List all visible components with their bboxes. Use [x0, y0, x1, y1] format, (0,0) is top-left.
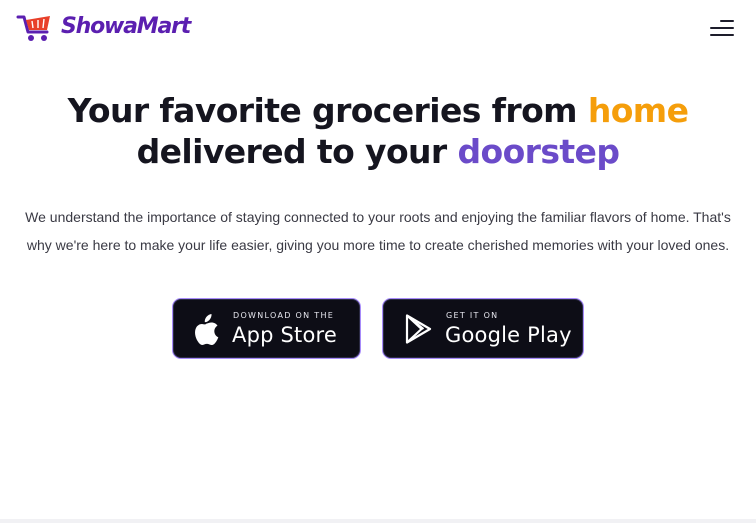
hero-description: We understand the importance of staying …: [25, 209, 731, 253]
app-store-label: App Store: [232, 323, 338, 347]
brand-name: ShowaMart: [61, 14, 191, 39]
menu-line: [710, 27, 734, 29]
hero-title-part2: delivered to your: [136, 132, 458, 171]
site-header: ShowaMart: [0, 0, 756, 56]
hero-title-highlight-doorstep: doorstep: [457, 132, 620, 171]
google-play-small-label: GET IT ON: [446, 311, 499, 320]
app-store-small-label: DOWNLOAD ON THE: [233, 311, 335, 320]
hero-title-part1: Your favorite groceries from: [67, 91, 588, 130]
brand-logo[interactable]: ShowaMart: [16, 11, 191, 43]
google-play-label: Google Play: [445, 323, 572, 347]
menu-line: [710, 34, 734, 36]
menu-line: [720, 20, 734, 22]
google-play-button[interactable]: GET IT ON Google Play: [382, 298, 584, 359]
apple-icon: [195, 314, 219, 345]
app-store-button[interactable]: DOWNLOAD ON THE App Store: [172, 298, 361, 359]
shopping-cart-icon: [16, 15, 50, 41]
hero-title-highlight-home: home: [587, 91, 689, 130]
google-play-icon: [405, 314, 432, 344]
section-divider: [0, 519, 756, 523]
hamburger-menu-button[interactable]: [706, 15, 736, 41]
hero-title: Your favorite groceries from home delive…: [0, 90, 756, 172]
